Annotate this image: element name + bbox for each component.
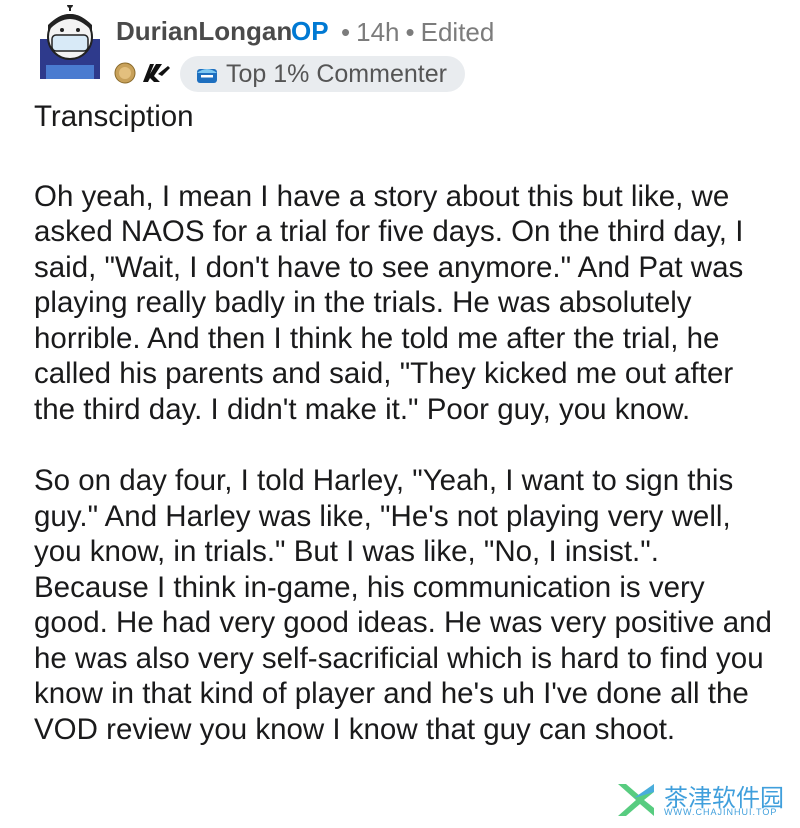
comment-header: DurianLongan OP • 14h • Edited Top 1% Comme… xyxy=(0,0,800,100)
watermark: 茶津软件园 WWW.CHAJINHUI.TOP xyxy=(610,776,790,824)
paper-rex-logo-icon xyxy=(143,64,170,82)
watermark-url: WWW.CHAJINHUI.TOP xyxy=(664,807,778,817)
comment-paragraph: Oh yeah, I mean I have a story about thi… xyxy=(34,179,744,426)
comment-age: 14h xyxy=(356,17,400,47)
comment-body: Transciption Oh yeah, I mean I have a st… xyxy=(34,99,774,747)
top-commenter-badge[interactable]: Top 1% Commenter xyxy=(180,56,465,92)
watermark-logo-icon xyxy=(618,784,654,816)
commenter-badge-icon xyxy=(197,69,217,83)
op-label: OP xyxy=(291,16,329,46)
avatar[interactable] xyxy=(34,5,106,85)
badge-label: Top 1% Commenter xyxy=(226,59,447,88)
comment-paragraph: Transciption xyxy=(34,100,194,133)
edg-logo-icon xyxy=(114,62,136,84)
comment-meta: • 14h • Edited xyxy=(335,17,494,48)
comment-paragraph: So on day four, I told Harley, "Yeah, I … xyxy=(34,464,772,746)
separator-dot: • xyxy=(405,17,415,47)
username[interactable]: DurianLongan xyxy=(116,16,292,47)
edited-label: Edited xyxy=(420,17,495,47)
separator-dot: • xyxy=(341,17,351,47)
